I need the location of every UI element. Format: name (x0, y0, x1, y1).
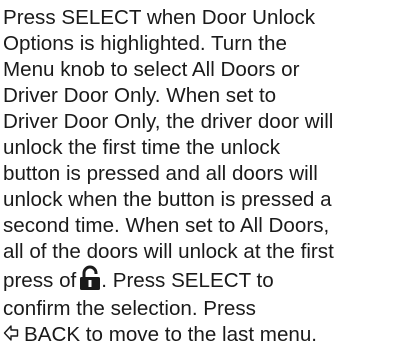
text-line: confirm the selection. Press (3, 297, 256, 320)
text-line-with-unlock-icon: press of . Press SELECT to (3, 265, 403, 296)
text-line: unlock when the button is pressed a (3, 188, 332, 211)
text-segment: press of (3, 269, 77, 292)
text-line: Press SELECT when Door Unlock (3, 6, 316, 29)
text-line: Menu knob to select All Doors or (3, 58, 300, 81)
text-line: unlock the first time the unlock (3, 136, 280, 159)
text-line: button is pressed and all doors will (3, 162, 318, 185)
back-arrow-icon (3, 325, 19, 341)
text-segment: . Press SELECT to (101, 269, 274, 292)
text-line-with-back-icon: BACK to move to the last menu. (3, 322, 403, 348)
text-line: second time. When set to All Doors, (3, 214, 330, 237)
instruction-paragraph: Press SELECT when Door Unlock Options is… (3, 5, 403, 348)
text-line: Options is highlighted. Turn the (3, 32, 287, 55)
text-line: Driver Door Only, the driver door will (3, 110, 334, 133)
unlock-icon (80, 265, 101, 290)
text-line: all of the doors will unlock at the firs… (3, 240, 334, 263)
text-segment: BACK to move to the last menu. (24, 323, 318, 346)
text-line: Driver Door Only. When set to (3, 84, 277, 107)
